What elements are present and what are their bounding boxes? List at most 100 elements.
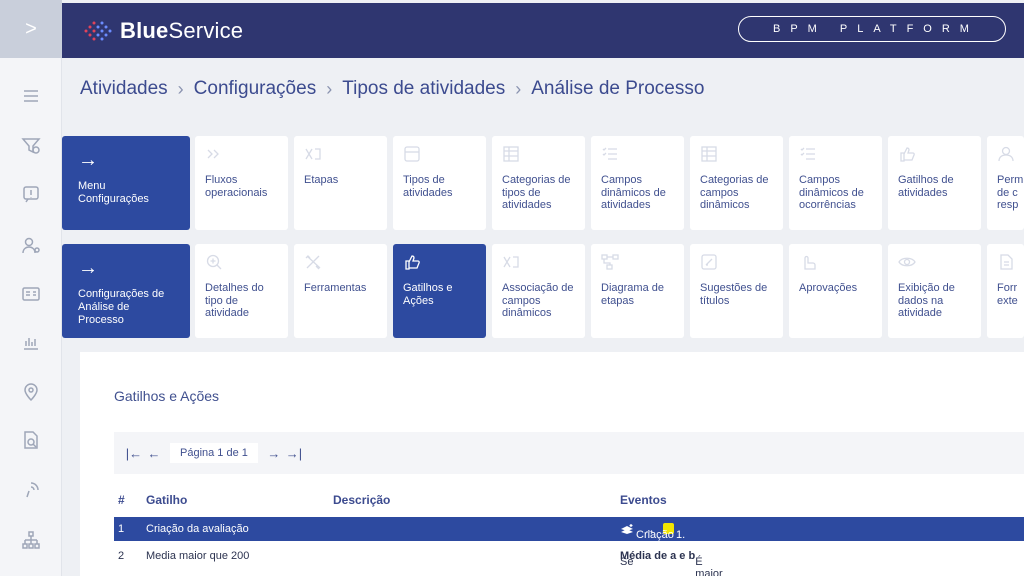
hand-icon: [799, 254, 817, 270]
row-number: 2: [118, 550, 125, 562]
table-icon: [502, 146, 520, 162]
prev-page-icon[interactable]: ←: [144, 443, 164, 463]
panel-title: Gatilhos e Ações: [114, 388, 220, 404]
location-icon[interactable]: [21, 382, 41, 402]
user-icon[interactable]: [21, 236, 41, 256]
tile-label: Forr exte: [997, 282, 1018, 307]
column-header-gatilho[interactable]: Gatilho: [146, 493, 187, 507]
table-row[interactable]: 1 Criação da avaliação Criação da Ativid…: [114, 517, 1024, 565]
pagination-bar: |← ← Página 1 de 1 → →|: [114, 432, 1024, 474]
file-icon: [997, 254, 1015, 270]
tile-aprovacoes[interactable]: Aprovações: [789, 244, 882, 338]
rail-toggle-button[interactable]: >: [0, 0, 62, 58]
left-rail: >: [0, 0, 62, 576]
bpm-platform-badge: BPM PLATFORM: [738, 16, 1006, 42]
tile-campos-dinamicos-atividades[interactable]: Campos dinâmicos de atividades: [591, 136, 684, 230]
tile-detalhes-tipo-atividade[interactable]: Detalhes do tipo de atividade: [195, 244, 288, 338]
tile-gatilhos-e-acoes[interactable]: Gatilhos e Ações: [393, 244, 486, 338]
breadcrumb-separator-icon: ›: [177, 78, 184, 99]
event-prefix: Se: [620, 556, 634, 568]
next-page-icon[interactable]: →: [264, 443, 284, 463]
window-icon: [403, 146, 421, 162]
double-chevron-icon: [205, 146, 223, 162]
shuffle-icon: [304, 146, 322, 162]
eye-icon: [898, 254, 916, 270]
tile-sugestoes-de-titulos[interactable]: Sugestões de títulos: [690, 244, 783, 338]
tile-etapas[interactable]: Etapas: [294, 136, 387, 230]
broadcast-icon[interactable]: [21, 480, 41, 500]
table-header: # Gatilho Descrição Eventos: [114, 488, 1024, 512]
breadcrumb-separator-icon: ›: [326, 78, 333, 99]
tile-categorias-tipos-atividades[interactable]: Categorias de tipos de atividades: [492, 136, 585, 230]
tile-ferramentas[interactable]: Ferramentas: [294, 244, 387, 338]
breadcrumb-item-configuracoes[interactable]: Configurações: [194, 78, 317, 100]
tile-label: Etapas: [304, 174, 339, 186]
document-search-icon[interactable]: [21, 430, 41, 450]
column-header-num[interactable]: #: [118, 493, 125, 507]
breadcrumb-item-tipos-de-atividades[interactable]: Tipos de atividades: [342, 78, 505, 100]
page-indicator: Página 1 de 1: [170, 443, 258, 463]
breadcrumb-item-analise-de-processo: Análise de Processo: [531, 78, 705, 99]
column-header-eventos[interactable]: Eventos: [620, 493, 667, 507]
breadcrumb-item-atividades[interactable]: Atividades: [80, 78, 168, 100]
tile-label: Tipos de atividades: [403, 174, 453, 199]
tile-gatilhos-de-atividades[interactable]: Gatilhos de atividades: [888, 136, 981, 230]
tile-diagrama-de-etapas[interactable]: Diagrama de etapas: [591, 244, 684, 338]
thumb-icon: [898, 146, 916, 162]
row-trigger: Criação da avaliação: [146, 523, 249, 535]
tile-tipos-de-atividades[interactable]: Tipos de atividades: [393, 136, 486, 230]
tile-associacao-campos-dinamicos[interactable]: Associação de campos dinâmicos: [492, 244, 585, 338]
tile-label: Categorias de tipos de atividades: [502, 174, 571, 211]
table-icon: [700, 146, 718, 162]
checklist-icon: [601, 146, 619, 162]
column-header-descricao[interactable]: Descrição: [333, 493, 390, 507]
arrow-right-icon: →: [78, 257, 98, 279]
config-analise-processo-tile[interactable]: → Configurações de Análise de Processo: [62, 244, 190, 338]
breadcrumb: Atividades › Configurações › Tipos de at…: [80, 78, 704, 100]
tile-label: Exibição de dados na atividade: [898, 282, 955, 319]
diagram-icon: [601, 254, 619, 270]
logo-bold-text: Blue: [120, 18, 169, 43]
menu-configuracoes-tile[interactable]: → Menu Configurações: [62, 136, 190, 230]
tile-label: Gatilhos e Ações: [403, 282, 453, 307]
menu-icon[interactable]: [21, 86, 41, 106]
tile-label: Categorias de campos dinâmicos: [700, 174, 769, 211]
tile-categorias-campos-dinamicos[interactable]: Categorias de campos dinâmicos: [690, 136, 783, 230]
alert-icon[interactable]: [21, 184, 41, 204]
tile-label: Sugestões de títulos: [700, 282, 768, 307]
chevron-right-icon: >: [25, 17, 37, 40]
tile-label: Aprovações: [799, 282, 858, 294]
tools-icon: [304, 254, 322, 270]
row-events: Criação da Atividade → 1. Aprovação Inicia…: [620, 523, 729, 565]
config-menu-row: → Menu Configurações Fluxos operacionais…: [62, 136, 1024, 230]
tile-label: Campos dinâmicos de atividades: [601, 174, 666, 211]
edit-icon: [700, 254, 718, 270]
tile-permissoes[interactable]: Perm de c resp: [987, 136, 1024, 230]
last-page-icon[interactable]: →|: [284, 443, 304, 463]
first-page-icon[interactable]: |←: [124, 443, 144, 463]
tile-formularios-externos[interactable]: Forr exte: [987, 244, 1024, 338]
event-suffix: É maior que 200,0: [695, 556, 723, 576]
filter-icon[interactable]: [21, 136, 41, 156]
id-card-icon[interactable]: [21, 284, 41, 304]
tile-label: Perm de c resp: [997, 174, 1024, 211]
create-activity-icon: [621, 524, 633, 534]
breadcrumb-separator-icon: ›: [515, 78, 522, 99]
tile-exibicao-de-dados[interactable]: Exibição de dados na atividade: [888, 244, 981, 338]
tile-label: Associação de campos dinâmicos: [502, 282, 574, 319]
user-icon: [997, 146, 1015, 162]
tile-label: Configurações de Análise de Processo: [78, 288, 165, 326]
tile-label: Gatilhos de atividades: [898, 174, 954, 199]
chart-icon[interactable]: [21, 332, 41, 352]
row-trigger: Media maior que 200: [146, 550, 250, 562]
table-row[interactable]: 2 Media maior que 200 Se Média de a e b …: [114, 544, 1024, 576]
tile-label: Diagrama de etapas: [601, 282, 664, 307]
tile-label: Ferramentas: [304, 282, 367, 294]
logo-mark-icon: [84, 21, 112, 41]
tile-fluxos-operacionais[interactable]: Fluxos operacionais: [195, 136, 288, 230]
tile-campos-dinamicos-ocorrencias[interactable]: Campos dinâmicos de ocorrências: [789, 136, 882, 230]
blueservice-logo[interactable]: BlueService: [80, 18, 243, 44]
thumb-icon: [403, 254, 421, 270]
org-chart-icon[interactable]: [21, 530, 41, 550]
logo-regular-text: Service: [168, 18, 244, 43]
